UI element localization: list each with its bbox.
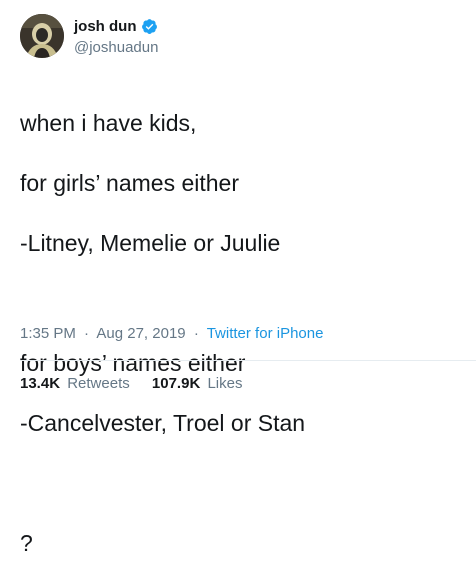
likes-count: 107.9K (151, 375, 201, 392)
tweet-card: josh dun @joshuadun when i have kids, fo… (0, 0, 476, 556)
tweet-date[interactable]: Aug 27, 2019 (96, 325, 185, 342)
avatar[interactable] (20, 14, 64, 58)
tweet-source-link[interactable]: Twitter for iPhone (207, 325, 324, 342)
tweet-line: when i have kids, (20, 110, 197, 136)
likes-label: Likes (207, 375, 243, 392)
author-names: josh dun @joshuadun (74, 17, 158, 56)
verified-badge-icon (141, 18, 158, 35)
tweet-line: ? (20, 530, 33, 556)
meta-separator: · (84, 325, 90, 342)
profile-photo-icon (20, 14, 64, 58)
tweet-header: josh dun @joshuadun (20, 12, 158, 60)
handle[interactable]: @joshuadun (74, 39, 158, 56)
retweets-stat[interactable]: 13.4K Retweets (20, 375, 134, 392)
name-row: josh dun (74, 17, 158, 37)
tweet-line: -Cancelvester, Troel or Stan (20, 410, 306, 436)
tweet-meta: 1:35 PM · Aug 27, 2019 · Twitter for iPh… (20, 325, 323, 342)
tweet-line (20, 468, 460, 498)
display-name[interactable]: josh dun (74, 18, 137, 35)
retweets-label: Retweets (67, 375, 130, 392)
tweet-line: -Litney, Memelie or Juulie (20, 230, 281, 256)
tweet-line (20, 288, 460, 318)
retweets-count: 13.4K (20, 375, 61, 392)
tweet-line: for girls’ names either (20, 170, 240, 196)
tweet-time[interactable]: 1:35 PM (20, 325, 76, 342)
likes-stat[interactable]: 107.9K Likes (152, 375, 243, 392)
tweet-stats: 13.4K Retweets 107.9K Likes (20, 375, 260, 392)
tweet-line: for boys’ names either (20, 350, 246, 376)
divider (20, 360, 476, 361)
meta-separator: · (193, 325, 199, 342)
